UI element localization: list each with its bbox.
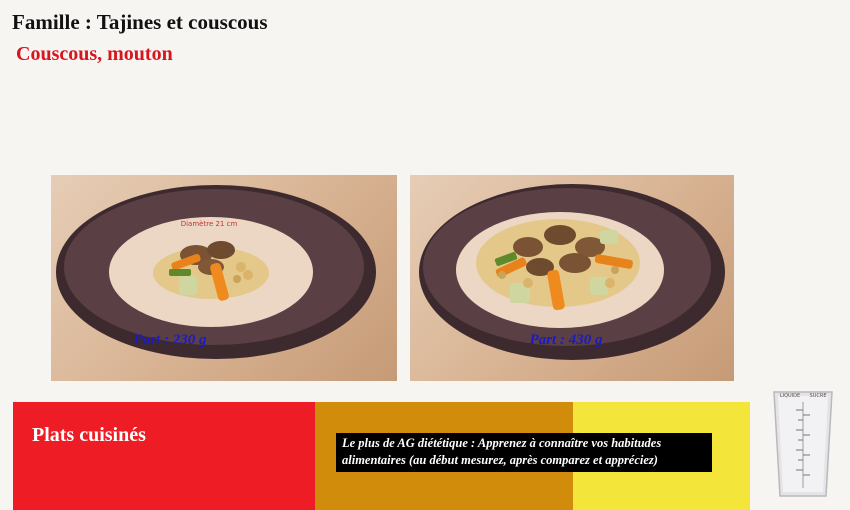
category-band-red [13,402,315,510]
category-label: Plats cuisinés [32,424,146,446]
couscous-plate-image: Diamètre 21 cm [56,185,376,359]
dish-photo-large-portion: Part : 430 g [410,175,734,381]
cup-label-left: LIQUIDE [780,393,800,399]
family-title: Famille : Tajines et couscous [12,10,268,34]
plate-rim-text: Diamètre 21 cm [181,220,238,228]
portion-label: Part : 430 g [529,332,603,348]
portion-label: Part : 230 g [133,332,207,348]
couscous-plate-image [419,184,725,360]
cup-label-right: SUCRE [810,393,827,399]
dish-photo-small-portion: Diamètre 21 cm Part : 230 g [51,175,397,381]
measuring-cup-icon: LIQUIDE SUCRE [770,388,836,500]
dietetic-tip: Le plus de AG diététique : Apprenez à co… [336,433,712,472]
dish-title: Couscous, mouton [16,43,173,65]
